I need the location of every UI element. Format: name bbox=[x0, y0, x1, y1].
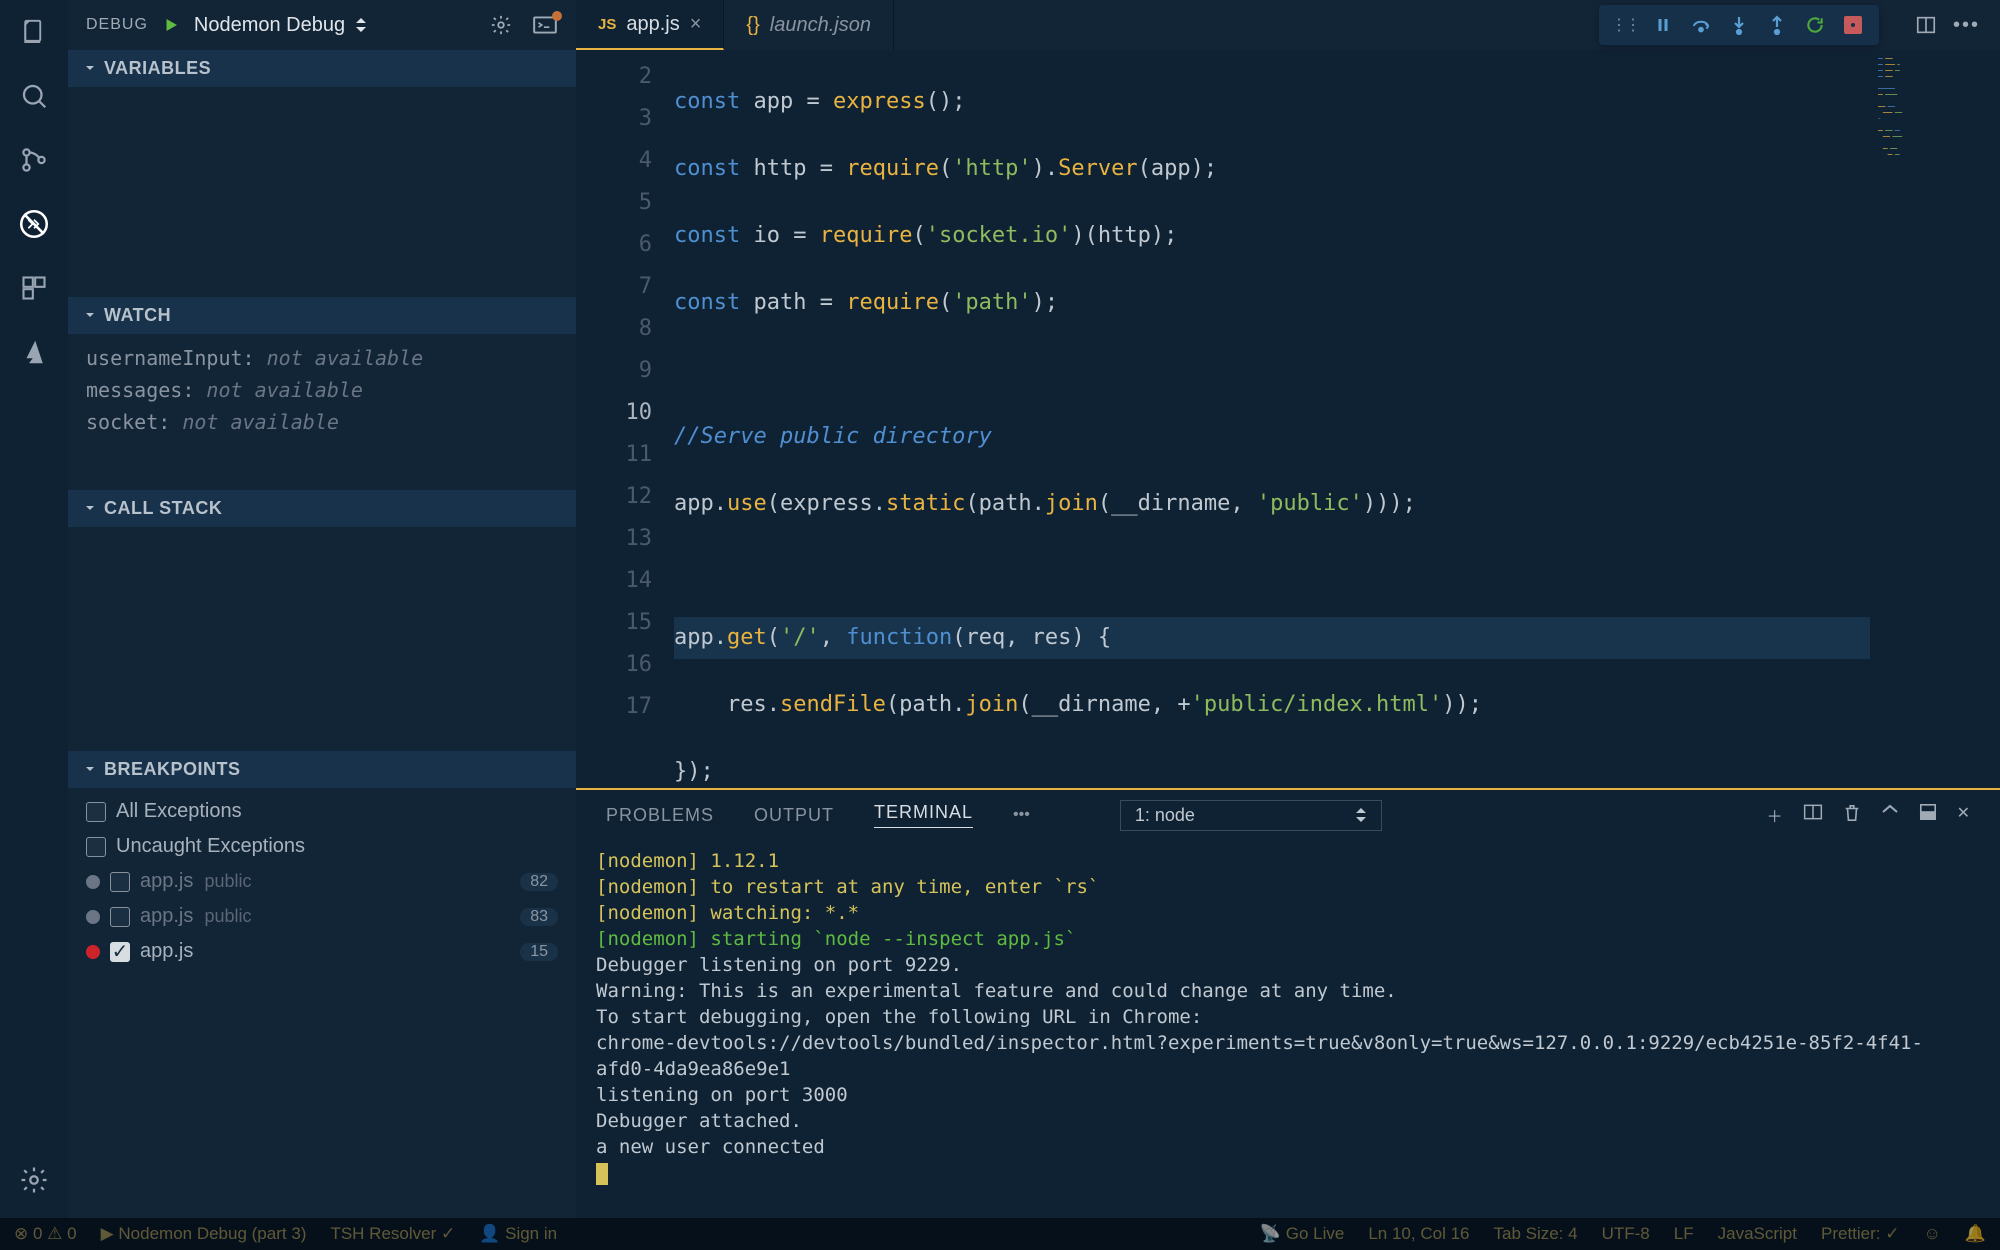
checkbox-icon[interactable] bbox=[86, 837, 106, 857]
checkbox-icon[interactable]: ✓ bbox=[110, 942, 130, 962]
terminal-output[interactable]: [nodemon] 1.12.1 [nodemon] to restart at… bbox=[576, 840, 2000, 1218]
breakpoints-body: All Exceptions Uncaught Exceptions app.j… bbox=[68, 788, 576, 1218]
tab-label: launch.json bbox=[770, 14, 871, 37]
split-editor-icon[interactable] bbox=[1915, 14, 1937, 36]
drag-handle-icon[interactable]: ⋮⋮ bbox=[1607, 9, 1643, 41]
more-icon[interactable]: ••• bbox=[1953, 14, 1980, 37]
new-terminal-icon[interactable]: ＋ bbox=[1767, 803, 1783, 827]
source-control-icon[interactable] bbox=[14, 140, 54, 180]
code-editor[interactable]: 234567891011121314151617 const app = exp… bbox=[576, 50, 2000, 788]
start-debug-icon[interactable] bbox=[162, 16, 180, 34]
status-golive[interactable]: 📡 Go Live bbox=[1260, 1224, 1344, 1244]
bp-all-exceptions[interactable]: All Exceptions bbox=[68, 794, 576, 829]
debug-settings-icon[interactable] bbox=[490, 14, 512, 36]
editor-area: JS app.js × {} launch.json ⋮⋮ bbox=[576, 0, 2000, 1218]
tab-launch-json[interactable]: {} launch.json bbox=[724, 0, 894, 50]
bp-uncaught-exceptions[interactable]: Uncaught Exceptions bbox=[68, 829, 576, 864]
trash-icon[interactable] bbox=[1843, 803, 1861, 827]
debug-console-icon[interactable] bbox=[532, 14, 558, 36]
breakpoints-header[interactable]: BREAKPOINTS bbox=[68, 751, 576, 788]
line-gutter: 234567891011121314151617 bbox=[576, 50, 674, 788]
panel-more-icon[interactable]: ••• bbox=[1013, 806, 1030, 824]
callstack-header[interactable]: CALL STACK bbox=[68, 490, 576, 527]
json-icon: {} bbox=[746, 14, 759, 37]
status-tabsize[interactable]: Tab Size: 4 bbox=[1493, 1224, 1577, 1244]
watch-header[interactable]: WATCH bbox=[68, 297, 576, 334]
debug-label: DEBUG bbox=[86, 16, 148, 34]
debug-icon[interactable] bbox=[14, 204, 54, 244]
status-signin[interactable]: 👤 Sign in bbox=[479, 1224, 557, 1244]
tab-app-js[interactable]: JS app.js × bbox=[576, 0, 724, 50]
watch-item[interactable]: usernameInput: not available bbox=[68, 342, 576, 374]
watch-item[interactable]: socket: not available bbox=[68, 406, 576, 438]
variables-title: VARIABLES bbox=[104, 58, 211, 79]
status-encoding[interactable]: UTF-8 bbox=[1602, 1224, 1650, 1244]
settings-gear-icon[interactable] bbox=[14, 1160, 54, 1200]
step-into-icon[interactable] bbox=[1721, 9, 1757, 41]
stop-icon[interactable] bbox=[1835, 9, 1871, 41]
bp-dot-icon bbox=[86, 945, 100, 959]
split-terminal-icon[interactable] bbox=[1803, 803, 1823, 827]
panel-tab-output[interactable]: OUTPUT bbox=[754, 805, 834, 826]
status-bell-icon[interactable]: 🔔 bbox=[1965, 1224, 1986, 1244]
status-lang[interactable]: JavaScript bbox=[1718, 1224, 1797, 1244]
status-feedback-icon[interactable]: ☺ bbox=[1923, 1224, 1940, 1244]
breakpoints-title: BREAKPOINTS bbox=[104, 759, 241, 780]
search-icon[interactable] bbox=[14, 76, 54, 116]
explorer-icon[interactable] bbox=[14, 12, 54, 52]
debug-top-bar: DEBUG Nodemon Debug bbox=[68, 0, 576, 50]
panel-tab-terminal[interactable]: TERMINAL bbox=[874, 802, 973, 828]
terminal-cursor bbox=[596, 1163, 608, 1185]
status-debug[interactable]: ▶ Nodemon Debug (part 3) bbox=[101, 1224, 307, 1244]
code-body[interactable]: const app = express(); const http = requ… bbox=[674, 50, 2000, 788]
activity-bar bbox=[0, 0, 68, 1218]
watch-body: usernameInput: not available messages: n… bbox=[68, 334, 576, 490]
bp-dot-icon bbox=[86, 875, 100, 889]
close-icon[interactable]: × bbox=[690, 13, 702, 36]
bp-item[interactable]: ✓app.js15 bbox=[68, 934, 576, 969]
callstack-title: CALL STACK bbox=[104, 498, 222, 519]
bp-item[interactable]: app.js public83 bbox=[68, 899, 576, 934]
status-resolver[interactable]: TSH Resolver ✓ bbox=[330, 1224, 455, 1244]
bp-item[interactable]: app.js public82 bbox=[68, 864, 576, 899]
status-prettier[interactable]: Prettier: ✓ bbox=[1821, 1224, 1899, 1244]
terminal-select[interactable]: 1: node bbox=[1120, 800, 1382, 831]
tabs-bar: JS app.js × {} launch.json ⋮⋮ bbox=[576, 0, 2000, 50]
step-out-icon[interactable] bbox=[1759, 9, 1795, 41]
status-cursor-pos[interactable]: Ln 10, Col 16 bbox=[1368, 1224, 1469, 1244]
status-eol[interactable]: LF bbox=[1674, 1224, 1694, 1244]
minimap[interactable]: ━━ ━━━ ━━ ━━━━ ━ ━━ ━━━ ━━ ━━ ━━━ ━━━━━━… bbox=[1870, 50, 2000, 788]
bp-dot-icon bbox=[86, 910, 100, 924]
azure-icon[interactable] bbox=[14, 332, 54, 372]
bottom-panel: PROBLEMS OUTPUT TERMINAL ••• 1: node ＋ ✕… bbox=[576, 788, 2000, 1218]
variables-body bbox=[68, 87, 576, 297]
maximize-panel-icon[interactable] bbox=[1919, 803, 1937, 827]
debug-config-label: Nodemon Debug bbox=[194, 14, 345, 37]
checkbox-icon[interactable] bbox=[110, 872, 130, 892]
callstack-body bbox=[68, 527, 576, 751]
panel-tab-problems[interactable]: PROBLEMS bbox=[606, 805, 714, 826]
js-icon: JS bbox=[598, 16, 616, 33]
tab-label: app.js bbox=[626, 13, 679, 36]
step-over-icon[interactable] bbox=[1683, 9, 1719, 41]
pause-icon[interactable] bbox=[1645, 9, 1681, 41]
debug-sidebar: DEBUG Nodemon Debug VARIABLES WATCH user… bbox=[68, 0, 576, 1218]
close-panel-icon[interactable]: ✕ bbox=[1957, 803, 1970, 827]
debug-config-select[interactable]: Nodemon Debug bbox=[194, 14, 367, 37]
debug-toolbar: ⋮⋮ bbox=[1599, 5, 1879, 45]
variables-header[interactable]: VARIABLES bbox=[68, 50, 576, 87]
status-errors[interactable]: ⊗ 0 ⚠ 0 bbox=[14, 1224, 77, 1244]
checkbox-icon[interactable] bbox=[86, 802, 106, 822]
watch-title: WATCH bbox=[104, 305, 171, 326]
restart-icon[interactable] bbox=[1797, 9, 1833, 41]
checkbox-icon[interactable] bbox=[110, 907, 130, 927]
panel-tabs: PROBLEMS OUTPUT TERMINAL ••• 1: node ＋ ✕ bbox=[576, 790, 2000, 840]
chevron-up-icon[interactable] bbox=[1881, 803, 1899, 827]
extensions-icon[interactable] bbox=[14, 268, 54, 308]
status-bar: ⊗ 0 ⚠ 0 ▶ Nodemon Debug (part 3) TSH Res… bbox=[0, 1218, 2000, 1250]
watch-item[interactable]: messages: not available bbox=[68, 374, 576, 406]
